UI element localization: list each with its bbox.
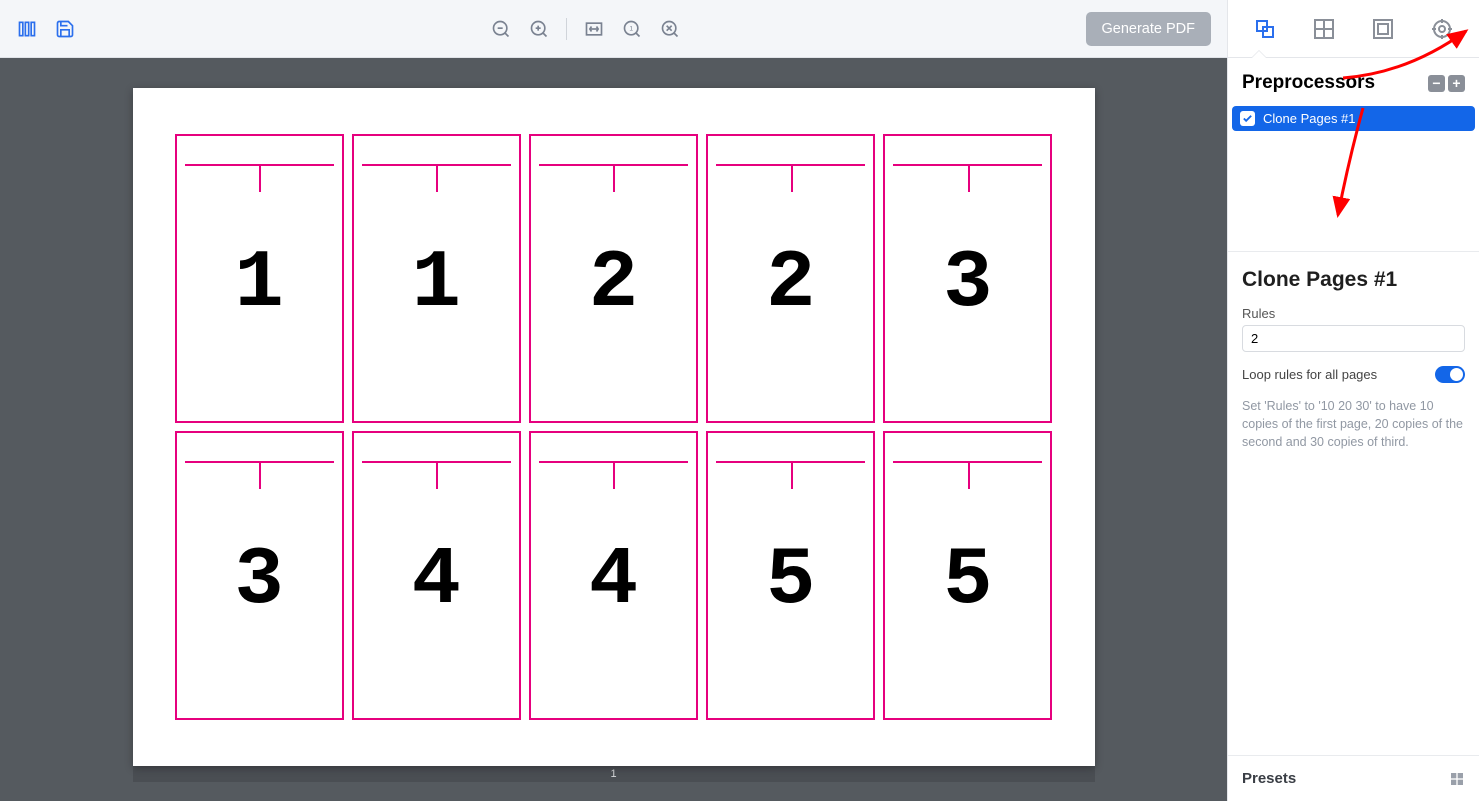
tab-margins-icon[interactable] [1369, 15, 1397, 43]
tab-layout-grid-icon[interactable] [1310, 15, 1338, 43]
card-slot: 1 [175, 134, 344, 423]
tab-registration-icon[interactable] [1428, 15, 1456, 43]
rules-hint: Set 'Rules' to '10 20 30' to have 10 cop… [1242, 397, 1465, 451]
add-preprocessor-button[interactable]: + [1448, 75, 1465, 92]
save-icon[interactable] [54, 18, 76, 40]
page-indicator: 1 [133, 766, 1095, 782]
top-toolbar: 1 Generate PDF [0, 0, 1227, 58]
rules-label: Rules [1242, 306, 1465, 321]
generate-pdf-button[interactable]: Generate PDF [1086, 12, 1212, 46]
card-slot: 1 [352, 134, 521, 423]
card-slot: 5 [706, 431, 875, 720]
section-title: Preprocessors [1242, 72, 1425, 94]
remove-preprocessor-button[interactable]: − [1428, 75, 1445, 92]
card-slot: 3 [175, 431, 344, 720]
detail-title: Clone Pages #1 [1242, 268, 1465, 292]
tab-preprocessors-icon[interactable] [1251, 15, 1279, 43]
loop-rules-toggle[interactable] [1435, 366, 1465, 383]
rules-input[interactable] [1242, 325, 1465, 352]
card-slot: 2 [529, 134, 698, 423]
canvas-viewport[interactable]: 1 1 2 2 3 3 4 4 5 5 1 [0, 58, 1227, 801]
imposition-sheet: 1 1 2 2 3 3 4 4 5 5 [133, 88, 1095, 766]
svg-text:1: 1 [629, 25, 633, 32]
right-panel: Preprocessors − + Clone Pages #1 Clone [1227, 0, 1479, 801]
zoom-in-icon[interactable] [528, 18, 550, 40]
zoom-actual-icon[interactable]: 1 [621, 18, 643, 40]
fit-width-icon[interactable] [583, 18, 605, 40]
card-slot: 3 [883, 134, 1052, 423]
zoom-reset-icon[interactable] [659, 18, 681, 40]
card-slot: 2 [706, 134, 875, 423]
card-slot: 5 [883, 431, 1052, 720]
card-slot: 4 [529, 431, 698, 720]
separator [566, 18, 567, 40]
checkbox-checked-icon[interactable] [1240, 111, 1255, 126]
presets-grid-icon[interactable] [1449, 771, 1465, 787]
loop-rules-label: Loop rules for all pages [1242, 367, 1377, 382]
preprocessor-item-label: Clone Pages #1 [1263, 111, 1356, 126]
columns-icon[interactable] [16, 18, 38, 40]
preprocessor-list-item[interactable]: Clone Pages #1 [1232, 106, 1475, 131]
presets-label[interactable]: Presets [1242, 770, 1296, 787]
card-slot: 4 [352, 431, 521, 720]
zoom-out-icon[interactable] [490, 18, 512, 40]
